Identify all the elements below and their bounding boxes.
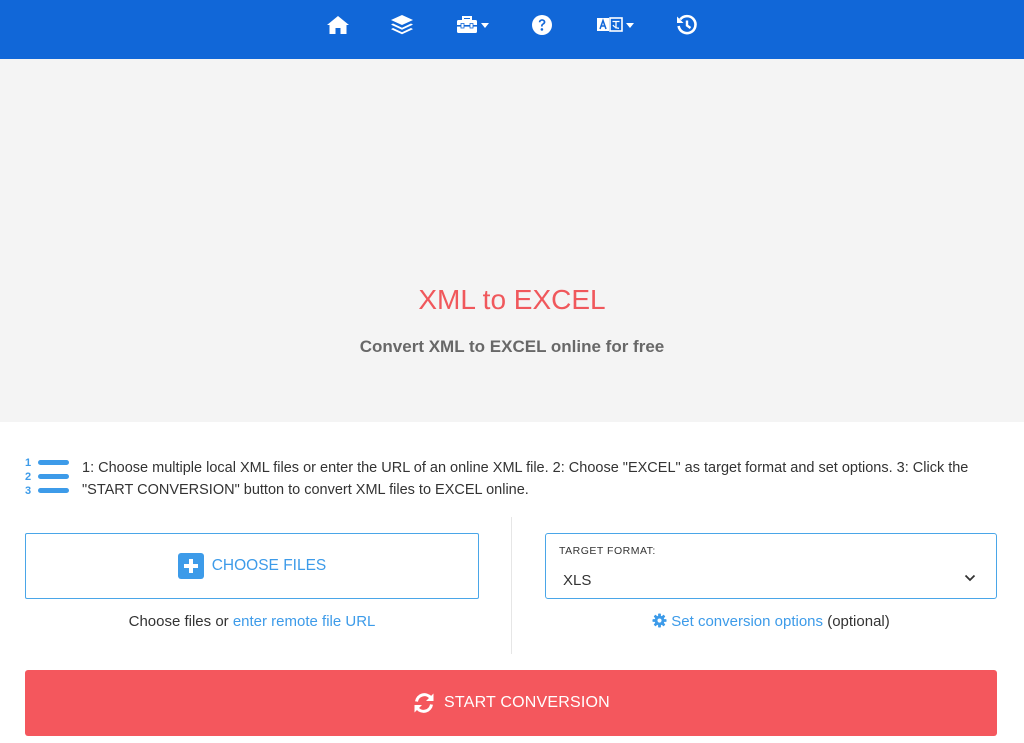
nav-home-button[interactable] xyxy=(326,10,350,40)
chevron-down-icon xyxy=(480,22,489,28)
start-conversion-button[interactable]: START CONVERSION xyxy=(25,670,997,736)
conversion-options-line: Set conversion options (optional) xyxy=(545,613,997,630)
language-icon xyxy=(596,17,623,32)
choose-files-hint-text: Choose files or xyxy=(128,613,233,630)
target-format-label: TARGET FORMAT: xyxy=(559,545,656,557)
nav-history-button[interactable] xyxy=(675,10,699,40)
home-icon xyxy=(327,16,349,34)
svg-text:2: 2 xyxy=(25,471,31,483)
svg-text:3: 3 xyxy=(25,485,31,496)
column-divider xyxy=(511,517,512,654)
start-conversion-label: START CONVERSION xyxy=(444,694,610,711)
plus-square-icon xyxy=(177,553,204,579)
history-icon xyxy=(677,14,697,35)
numbered-list-icon: 1 2 3 xyxy=(25,457,69,496)
svg-text:1: 1 xyxy=(25,457,31,469)
top-nav-bar xyxy=(0,0,1024,59)
help-icon xyxy=(532,15,552,35)
refresh-icon xyxy=(414,693,434,713)
target-format-value: XLS xyxy=(563,572,592,589)
hero-section: XML to EXCEL Convert XML to EXCEL online… xyxy=(0,59,1024,422)
page-title: XML to EXCEL xyxy=(418,284,606,315)
remote-file-url-link[interactable]: enter remote file URL xyxy=(233,613,376,630)
page-subtitle: Convert XML to EXCEL online for free xyxy=(359,337,665,356)
set-conversion-options-link[interactable]: Set conversion options xyxy=(671,613,823,630)
nav-help-button[interactable] xyxy=(530,10,554,40)
choose-files-hint: Choose files or enter remote file URL xyxy=(25,613,479,630)
nav-tools-dropdown[interactable] xyxy=(455,10,489,40)
nav-layers-button[interactable] xyxy=(390,10,414,40)
optional-text: (optional) xyxy=(823,613,890,630)
choose-files-button[interactable]: CHOOSE FILES xyxy=(25,533,479,599)
nav-language-dropdown[interactable] xyxy=(596,10,634,40)
layers-icon xyxy=(391,15,413,35)
chevron-down-icon xyxy=(625,22,634,28)
gear-icon xyxy=(652,613,667,628)
toolbox-icon xyxy=(456,16,477,33)
conversion-instructions: 1: Choose multiple local XML files or en… xyxy=(82,460,969,498)
chevron-down-icon xyxy=(964,574,976,582)
target-format-select[interactable]: TARGET FORMAT: XLS xyxy=(545,533,997,599)
choose-files-label: CHOOSE FILES xyxy=(211,557,327,574)
